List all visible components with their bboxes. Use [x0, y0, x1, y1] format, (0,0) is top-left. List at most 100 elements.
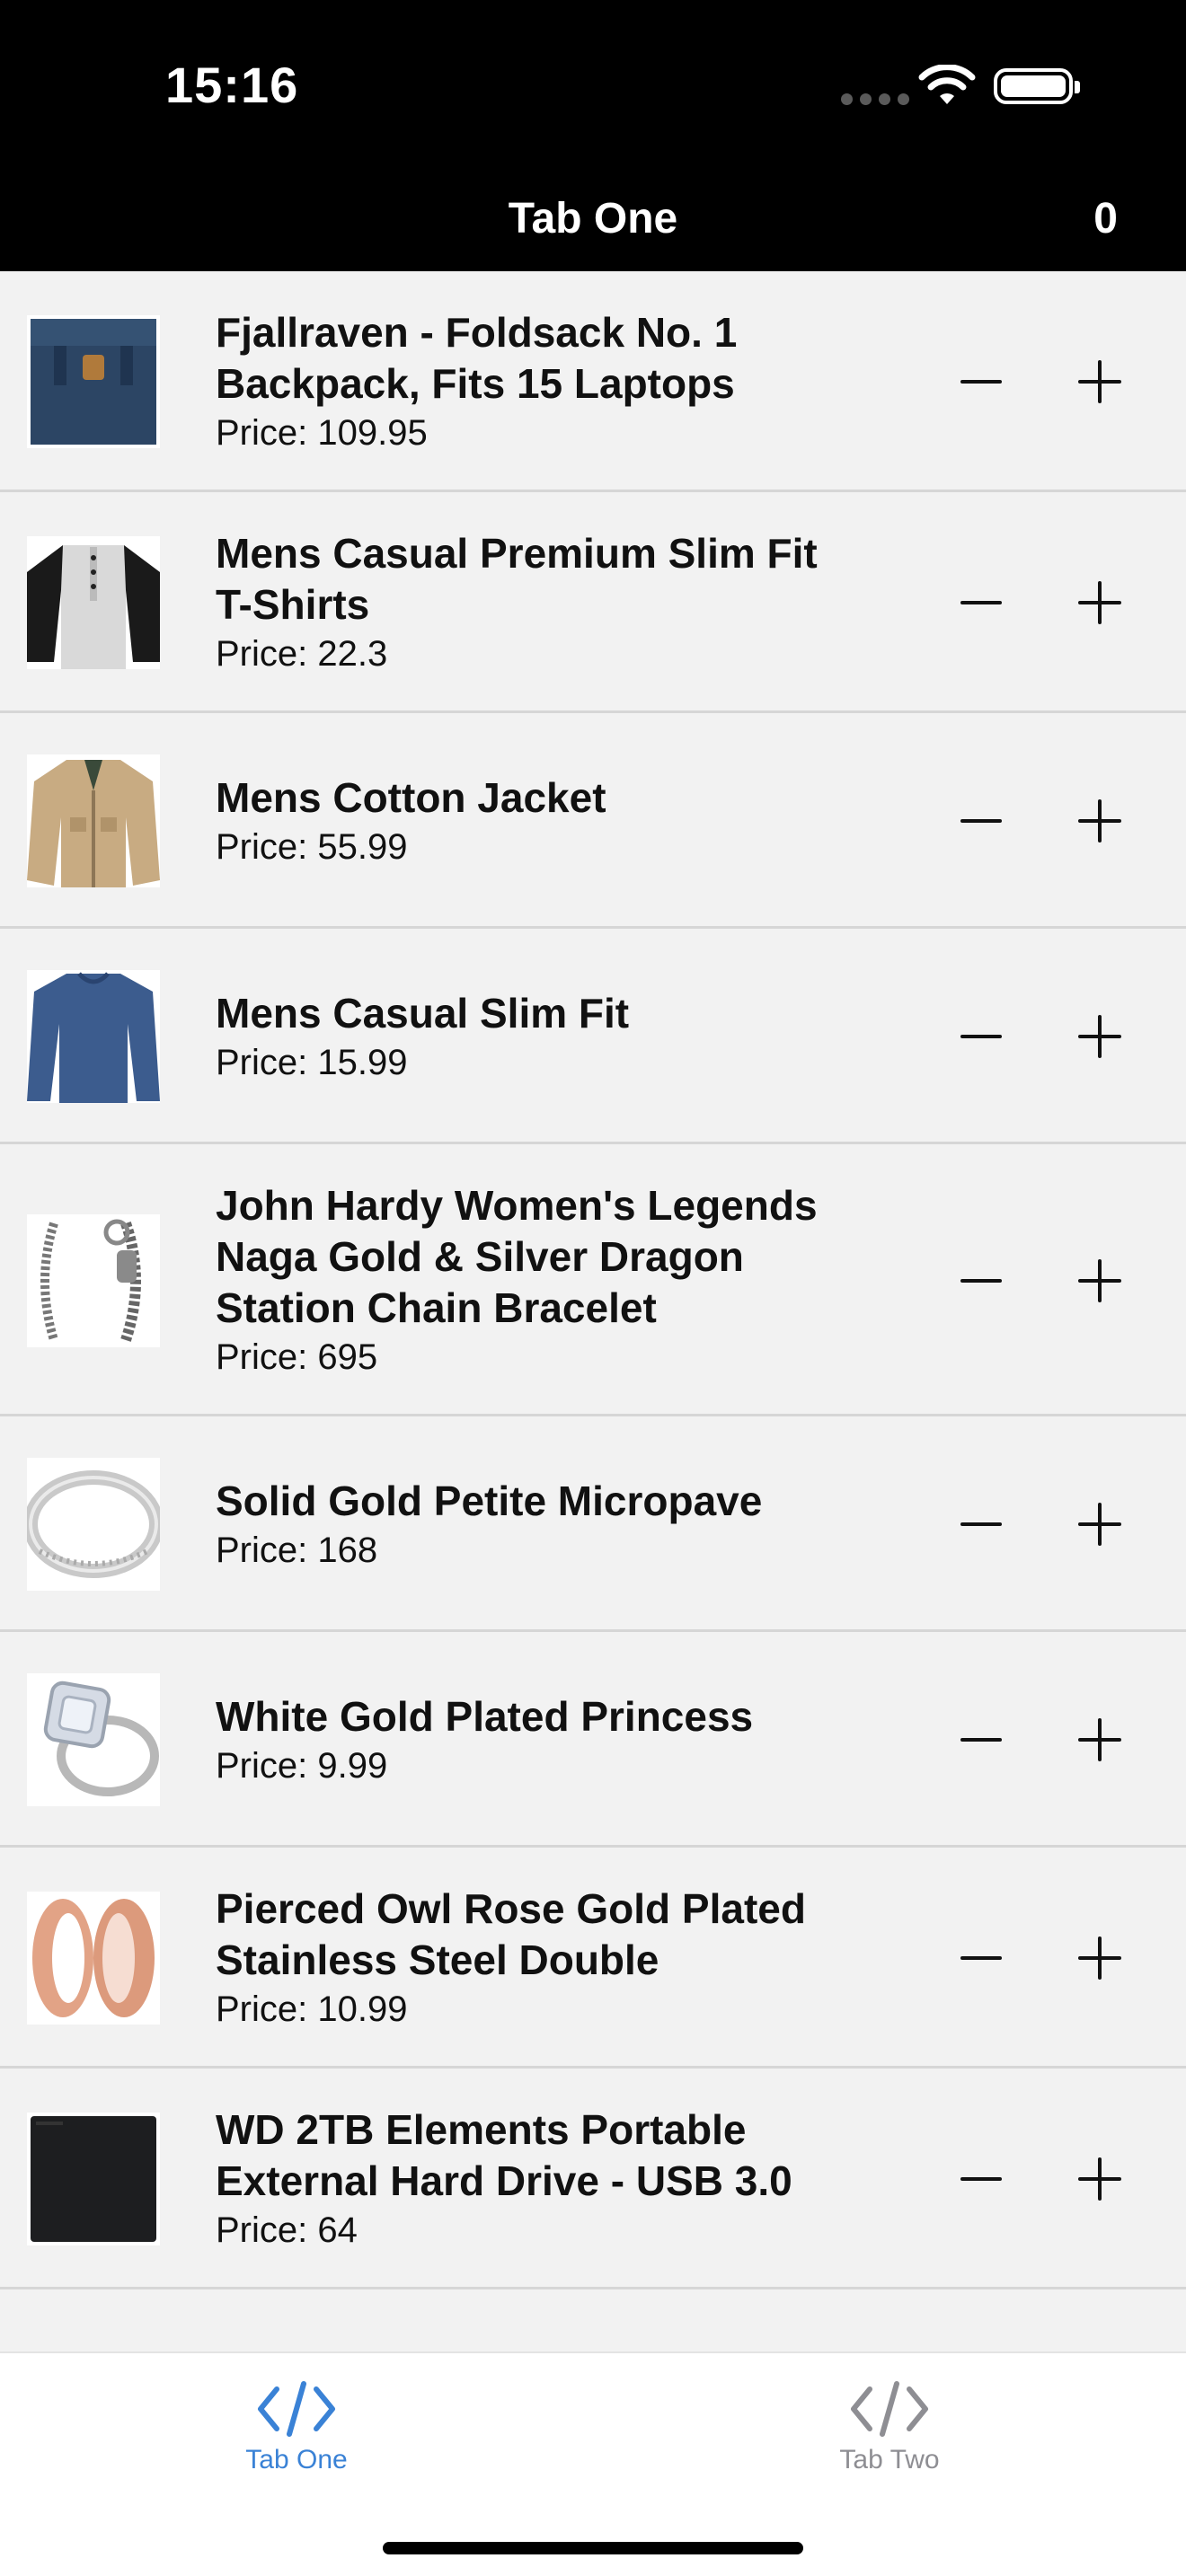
product-info: White Gold Plated Princess Price: 9.99 [216, 1691, 881, 1789]
decrease-quantity-button[interactable] [945, 1245, 1017, 1317]
page-title: Tab One [508, 195, 678, 243]
minus-icon [960, 601, 1002, 604]
cellular-signal-icon [841, 93, 909, 105]
product-price: Price: 10.99 [216, 1989, 408, 2029]
product-image [27, 754, 160, 887]
plus-icon [1078, 1015, 1121, 1058]
product-image [27, 1892, 160, 2025]
wifi-icon [918, 65, 976, 104]
minus-icon [960, 1278, 1002, 1283]
product-info: Mens Casual Premium Slim Fit T-Shirts Pric… [216, 528, 881, 677]
decrease-quantity-button[interactable] [945, 1488, 1017, 1560]
product-row: John Hardy Women's Legends Naga Gold & Si… [0, 1144, 1186, 1416]
product-title-line: Fjallraven - Foldsack No. 1 [216, 309, 738, 356]
product-info: Mens Cotton Jacket Price: 55.99 [216, 772, 881, 870]
tab-two[interactable]: Tab Two [773, 2380, 1006, 2475]
product-info: John Hardy Women's Legends Naga Gold & Si… [216, 1180, 881, 1381]
product-title-line: White Gold Plated Princess [216, 1692, 754, 1740]
product-image [27, 2113, 160, 2245]
tab-one-label: Tab One [245, 2445, 348, 2475]
tab-one[interactable]: Tab One [180, 2380, 413, 2475]
plus-icon [1078, 2157, 1121, 2201]
product-row: WD 2TB Elements Portable External Hard Dr… [0, 2069, 1186, 2289]
code-icon [258, 2381, 335, 2437]
status-bar: 15:16 [0, 0, 1186, 180]
product-price: Price: 64 [216, 2210, 358, 2250]
product-price: Price: 55.99 [216, 826, 408, 867]
decrease-quantity-button[interactable] [945, 567, 1017, 639]
product-image [27, 970, 160, 1103]
tab-two-label: Tab Two [839, 2445, 940, 2475]
product-price: Price: 15.99 [216, 1042, 408, 1082]
product-info: Mens Casual Slim Fit Price: 15.99 [216, 988, 881, 1086]
product-title-line: Naga Gold & Silver Dragon [216, 1233, 744, 1280]
product-title-line: External Hard Drive - USB 3.0 [216, 2157, 792, 2204]
decrease-quantity-button[interactable] [945, 2143, 1017, 2215]
decrease-quantity-button[interactable] [945, 1001, 1017, 1072]
product-info: WD 2TB Elements Portable External Hard Dr… [216, 2104, 881, 2254]
product-title-line: Stainless Steel Double [216, 1936, 659, 1983]
product-image [27, 1673, 160, 1806]
plus-icon [1078, 360, 1121, 403]
plus-icon [1078, 1936, 1121, 1980]
home-indicator [383, 2542, 803, 2554]
minus-icon [960, 1738, 1002, 1742]
code-icon [851, 2381, 928, 2437]
plus-icon [1078, 799, 1121, 842]
product-info: Fjallraven - Foldsack No. 1 Backpack, Fit… [216, 307, 881, 456]
minus-icon [960, 2177, 1002, 2181]
decrease-quantity-button[interactable] [945, 346, 1017, 418]
product-price: Price: 9.99 [216, 1745, 388, 1786]
product-row: Fjallraven - Foldsack No. 1 Backpack, Fit… [0, 271, 1186, 492]
increase-quantity-button[interactable] [1064, 1245, 1136, 1317]
product-row: Mens Cotton Jacket Price: 55.99 [0, 713, 1186, 929]
product-title-line: Station Chain Bracelet [216, 1284, 657, 1331]
decrease-quantity-button[interactable] [945, 1922, 1017, 1994]
product-row: Mens Casual Slim Fit Price: 15.99 [0, 929, 1186, 1144]
product-title-line: Mens Casual Premium Slim Fit [216, 530, 818, 577]
product-price: Price: 109.95 [216, 413, 428, 453]
product-image [27, 536, 160, 669]
increase-quantity-button[interactable] [1064, 1922, 1136, 1994]
increase-quantity-button[interactable] [1064, 1704, 1136, 1776]
increase-quantity-button[interactable] [1064, 346, 1136, 418]
product-info: Solid Gold Petite Micropave Price: 168 [216, 1476, 881, 1574]
decrease-quantity-button[interactable] [945, 1704, 1017, 1776]
minus-icon [960, 1522, 1002, 1526]
product-price: Price: 168 [216, 1530, 378, 1570]
product-title-line: Backpack, Fits 15 Laptops [216, 360, 735, 407]
product-image [27, 1213, 160, 1347]
product-title-line: Pierced Owl Rose Gold Plated [216, 1885, 806, 1932]
cart-count-badge: 0 [1093, 195, 1118, 243]
nav-header: Tab One 0 [0, 180, 1186, 271]
minus-icon [960, 1956, 1002, 1960]
decrease-quantity-button[interactable] [945, 785, 1017, 857]
product-title-line: Mens Cotton Jacket [216, 773, 606, 821]
plus-icon [1078, 1258, 1121, 1302]
product-price: Price: 695 [216, 1337, 378, 1377]
product-list: Fjallraven - Foldsack No. 1 Backpack, Fit… [0, 271, 1186, 2289]
product-price: Price: 22.3 [216, 634, 388, 674]
increase-quantity-button[interactable] [1064, 2143, 1136, 2215]
product-info: Pierced Owl Rose Gold Plated Stainless St… [216, 1883, 881, 2033]
product-title-line: T-Shirts [216, 581, 370, 628]
minus-icon [960, 380, 1002, 384]
app-screen: 15:16 Tab One 0 Fjallraven - Foldsack No… [0, 0, 1186, 2576]
increase-quantity-button[interactable] [1064, 1001, 1136, 1072]
plus-icon [1078, 1718, 1121, 1761]
product-row: Solid Gold Petite Micropave Price: 168 [0, 1416, 1186, 1632]
increase-quantity-button[interactable] [1064, 567, 1136, 639]
plus-icon [1078, 1503, 1121, 1546]
increase-quantity-button[interactable] [1064, 785, 1136, 857]
minus-icon [960, 819, 1002, 823]
product-image [27, 1458, 160, 1591]
plus-icon [1078, 581, 1121, 624]
battery-icon [994, 68, 1080, 104]
product-row: Mens Casual Premium Slim Fit T-Shirts Pric… [0, 492, 1186, 713]
increase-quantity-button[interactable] [1064, 1488, 1136, 1560]
product-title-line: Solid Gold Petite Micropave [216, 1477, 763, 1524]
product-row: Pierced Owl Rose Gold Plated Stainless St… [0, 1848, 1186, 2069]
product-title-line: WD 2TB Elements Portable [216, 2106, 747, 2153]
product-image [27, 315, 160, 448]
status-time: 15:16 [165, 57, 299, 113]
